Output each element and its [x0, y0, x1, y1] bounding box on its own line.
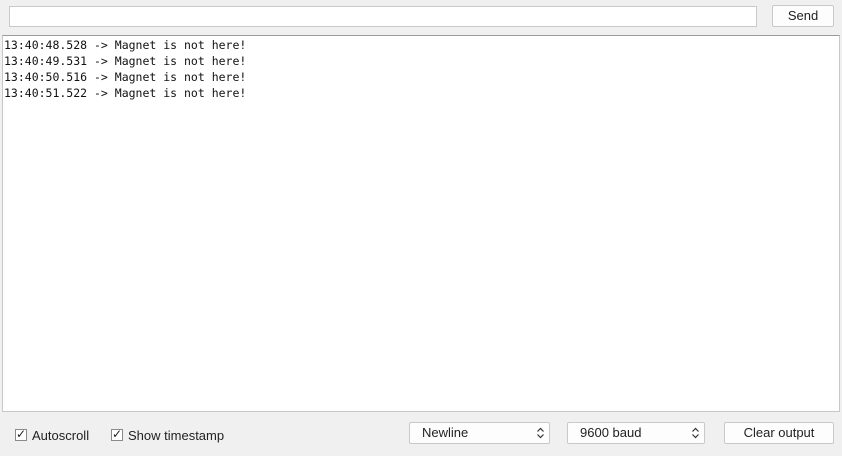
serial-output-area[interactable]: 13:40:48.528 -> Magnet is not here! 13:4… [2, 35, 840, 412]
baud-rate-select[interactable]: 9600 baud [567, 422, 705, 444]
baud-rate-value: 9600 baud [580, 425, 642, 440]
output-line: 13:40:51.522 -> Magnet is not here! [4, 86, 247, 100]
clear-output-button[interactable]: Clear output [724, 422, 834, 444]
output-line: 13:40:49.531 -> Magnet is not here! [4, 54, 247, 68]
up-down-chevron-icon [692, 427, 699, 439]
autoscroll-checkbox[interactable]: ✓ [15, 427, 27, 441]
output-line: 13:40:50.516 -> Magnet is not here! [4, 70, 247, 84]
line-ending-value: Newline [422, 425, 469, 440]
up-down-chevron-icon [537, 427, 544, 439]
show-timestamp-checkbox[interactable]: ✓ [111, 427, 123, 441]
show-timestamp-label: Show timestamp [128, 427, 225, 443]
output-line: 13:40:48.528 -> Magnet is not here! [4, 38, 247, 52]
send-toolbar: Send [0, 0, 842, 33]
footer-bar: ✓ Autoscroll ✓ Show timestamp Newline 96… [0, 412, 842, 456]
check-icon: ✓ [16, 427, 27, 441]
autoscroll-label: Autoscroll [32, 427, 90, 443]
autoscroll-toggle[interactable]: ✓ Autoscroll [15, 427, 89, 443]
line-ending-select[interactable]: Newline [409, 422, 550, 444]
show-timestamp-toggle[interactable]: ✓ Show timestamp [111, 427, 224, 443]
check-icon: ✓ [112, 427, 123, 441]
serial-send-input[interactable] [9, 6, 757, 27]
send-button[interactable]: Send [772, 5, 834, 27]
serial-monitor-window: Send 13:40:48.528 -> Magnet is not here!… [0, 0, 842, 456]
